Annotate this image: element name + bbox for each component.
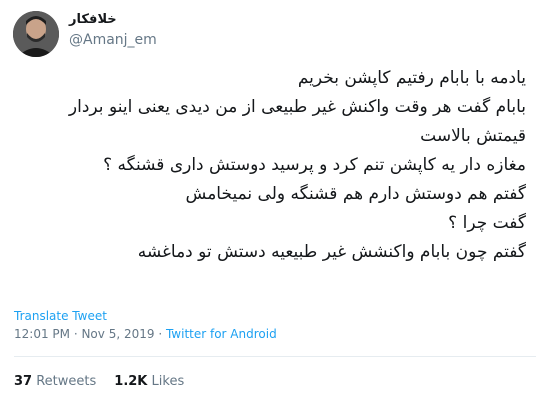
meta-separator: · [154, 327, 166, 341]
meta-separator: · [70, 327, 82, 341]
tweet-line: بابام گفت هر وقت واکنش غیر طبیعی از من د… [68, 97, 526, 146]
tweet-line: مغازه دار یه کاپشن تنم کرد و پرسید دوستش… [103, 155, 526, 175]
retweets-stat[interactable]: 37 Retweets [14, 374, 96, 389]
translate-tweet-link[interactable]: Translate Tweet [14, 309, 107, 323]
tweet-line: گفتم هم دوستش دارم هم قشنگه ولی نمیخامش [185, 184, 526, 204]
likes-stat[interactable]: 1.2K Likes [114, 374, 184, 389]
tweet-meta: 12:01 PM · Nov 5, 2019 · Twitter for And… [14, 327, 277, 341]
tweet-date[interactable]: Nov 5, 2019 [81, 327, 154, 341]
author-handle[interactable]: @Amanj_em [69, 32, 157, 48]
profile-photo-icon [13, 11, 59, 57]
tweet-line: یادمه با بابام رفتیم کاپشن بخریم [297, 68, 526, 88]
retweets-count: 37 [14, 374, 33, 389]
retweets-label: Retweets [36, 374, 97, 389]
author-name[interactable]: خلافکار [69, 12, 117, 27]
likes-count: 1.2K [114, 374, 148, 389]
avatar[interactable] [13, 11, 59, 57]
likes-label: Likes [151, 374, 185, 389]
divider [14, 356, 536, 357]
tweet-stats: 37 Retweets 1.2K Likes [14, 374, 184, 389]
tweet-line: گفتم چون بابام واکنشش غیر طبیعیه دستش تو… [137, 242, 526, 262]
tweet-time[interactable]: 12:01 PM [14, 327, 70, 341]
tweet-line: گفت چرا ؟ [448, 213, 526, 233]
tweet-source-link[interactable]: Twitter for Android [166, 327, 277, 341]
tweet-text: یادمه با بابام رفتیم کاپشن بخریم بابام گ… [14, 64, 526, 267]
